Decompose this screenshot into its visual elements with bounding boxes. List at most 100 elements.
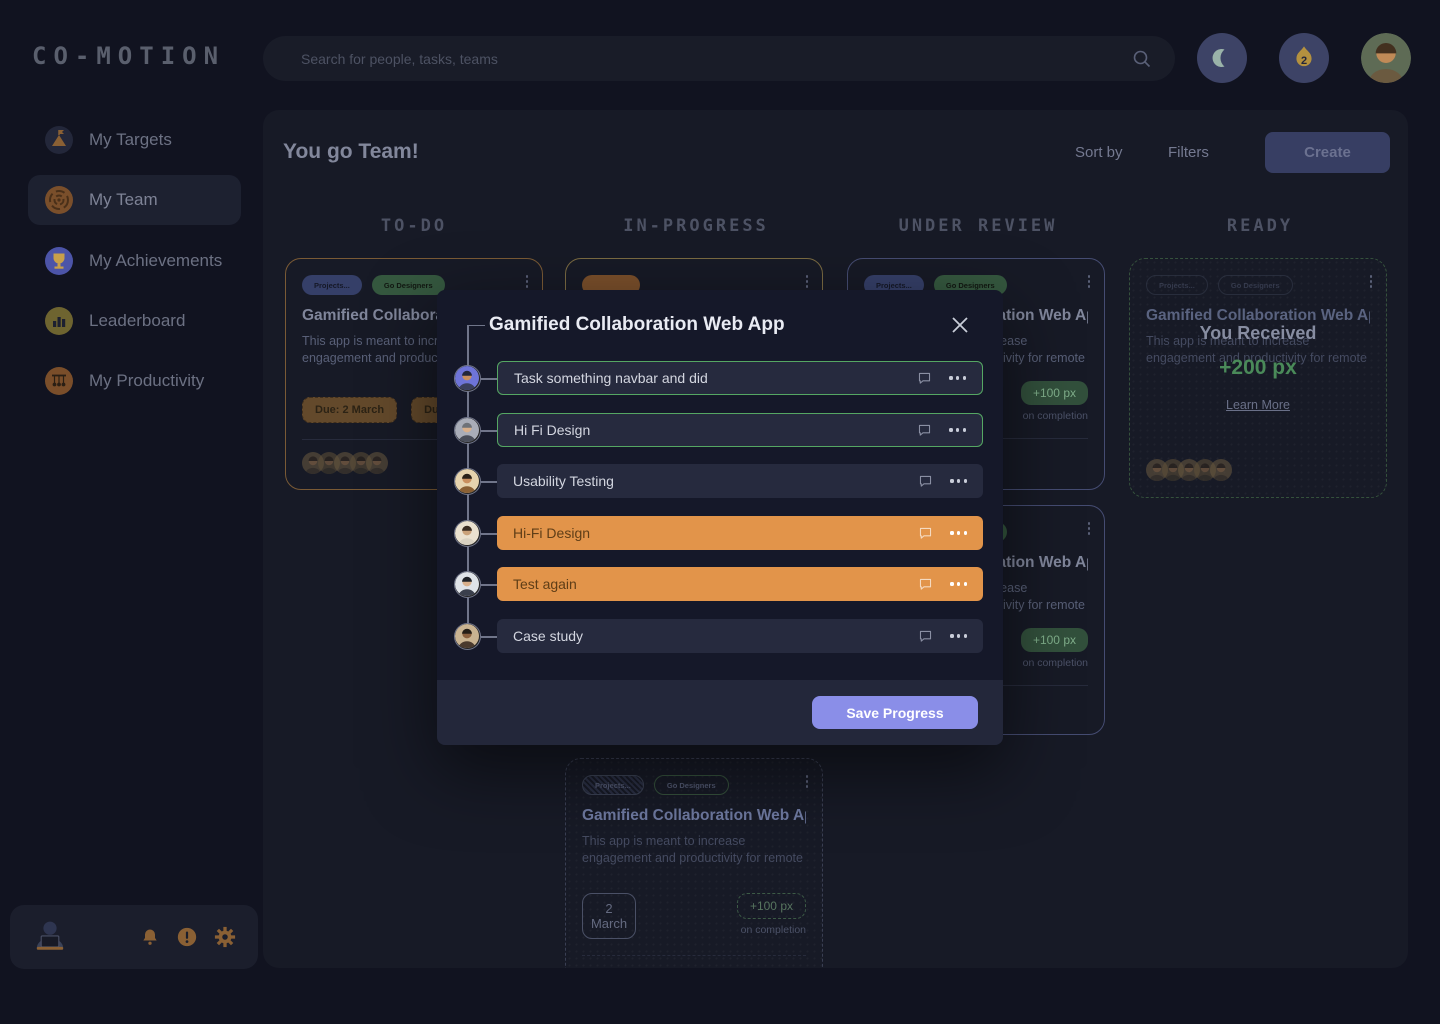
task-assignee-avatar <box>454 468 481 495</box>
sidebar-item-label: Leaderboard <box>89 311 186 330</box>
timeline-elbow <box>468 324 485 326</box>
save-progress-button[interactable]: Save Progress <box>812 696 978 729</box>
card-menu-icon[interactable] <box>525 275 528 288</box>
reward-badge: +100 px <box>736 893 806 919</box>
task-assignee-avatar <box>454 417 481 444</box>
ready-card[interactable]: Projects... Go Designers Gamified Collab… <box>1129 258 1387 498</box>
bar-chart-icon <box>43 305 75 337</box>
assignee-avatars <box>1146 459 1226 481</box>
column-header-in-progress: IN-PROGRESS <box>623 216 769 236</box>
comment-icon[interactable] <box>916 422 933 439</box>
received-label: You Received <box>1199 323 1317 343</box>
alert-icon[interactable] <box>176 926 198 948</box>
task-label: Hi Fi Design <box>514 422 591 438</box>
more-options-icon[interactable] <box>950 479 967 483</box>
streak-button[interactable]: 2 <box>1279 33 1329 83</box>
task-label: Test again <box>513 576 577 592</box>
task-row[interactable]: Usability Testing <box>497 464 983 498</box>
sidebar-footer <box>10 905 258 969</box>
received-value: +200 px <box>1219 356 1297 379</box>
in-progress-card-bottom[interactable]: Projects... Go Designers Gamified Collab… <box>565 758 823 968</box>
close-icon[interactable] <box>949 314 971 336</box>
task-label: Case study <box>513 628 584 644</box>
reward-badge: +100 px <box>1020 381 1088 405</box>
modal-title: Gamified Collaboration Web App <box>489 314 785 335</box>
sidebar-item-leaderboard[interactable]: Leaderboard <box>28 296 241 346</box>
sidebar: My Targets My Team My Achievements Leade… <box>0 110 263 1024</box>
task-row[interactable]: Hi Fi Design <box>497 413 983 447</box>
search-input[interactable] <box>285 50 1131 67</box>
comment-icon[interactable] <box>916 370 933 387</box>
task-row[interactable]: Hi-Fi Design <box>497 516 983 550</box>
comment-icon[interactable] <box>917 628 934 645</box>
comment-icon[interactable] <box>917 576 934 593</box>
card-menu-icon[interactable] <box>1087 522 1090 535</box>
team-spiral-icon <box>43 184 75 216</box>
comment-icon[interactable] <box>917 525 934 542</box>
theme-moon-button[interactable] <box>1197 33 1247 83</box>
user-avatar[interactable] <box>1361 33 1411 83</box>
due-date-box: 2 March <box>582 893 636 939</box>
more-options-icon[interactable] <box>950 634 967 638</box>
create-button[interactable]: Create <box>1265 132 1390 173</box>
app-logo: CO-MOTION <box>32 42 226 70</box>
sidebar-item-label: My Team <box>89 190 158 209</box>
search-bar[interactable] <box>263 36 1175 81</box>
workspace-laptop-icon[interactable] <box>28 915 72 959</box>
card-menu-icon[interactable] <box>1087 275 1090 288</box>
comment-icon[interactable] <box>917 473 934 490</box>
tag-projects: Projects... <box>1146 275 1208 295</box>
card-menu-icon[interactable] <box>805 275 808 288</box>
task-assignee-avatar <box>454 623 481 650</box>
reward-note: on completion <box>1022 657 1088 669</box>
more-options-icon[interactable] <box>950 582 967 586</box>
modal-footer: Save Progress <box>437 680 1003 745</box>
tag-go-designers: Go Designers <box>371 275 445 295</box>
sidebar-item-label: My Productivity <box>89 371 205 390</box>
reward-badge: +100 px <box>1020 628 1088 652</box>
task-assignee-avatar <box>454 520 481 547</box>
reward-note: on completion <box>1022 410 1088 422</box>
more-options-icon[interactable] <box>949 428 966 432</box>
column-header-ready: READY <box>1226 216 1294 236</box>
column-header-todo: TO-DO <box>380 216 448 236</box>
card-title: Gamified Collaboration Web App <box>582 807 806 824</box>
sidebar-item-my-targets[interactable]: My Targets <box>28 115 241 165</box>
streak-count: 2 <box>1300 55 1308 67</box>
reward-note: on completion <box>740 924 806 936</box>
due-badge: Due: 2 March <box>302 397 398 423</box>
card-description: This app is meant to increase engagement… <box>582 834 803 865</box>
sidebar-item-my-achievements[interactable]: My Achievements <box>28 236 241 286</box>
task-detail-modal: Gamified Collaboration Web App Task some… <box>437 290 1003 745</box>
tag-go-designers: Go Designers <box>1217 275 1293 295</box>
task-label: Usability Testing <box>513 473 614 489</box>
learn-more-link[interactable]: Learn More <box>1226 398 1290 412</box>
task-assignee-avatar <box>454 365 481 392</box>
task-row[interactable]: Test again <box>497 567 983 601</box>
task-label: Task something navbar and did <box>514 370 708 386</box>
sidebar-item-label: My Achievements <box>89 251 223 270</box>
sidebar-item-my-productivity[interactable]: My Productivity <box>28 356 241 406</box>
sort-by-button[interactable]: Sort by <box>1075 144 1123 161</box>
tag-go-designers: Go Designers <box>653 775 729 795</box>
sidebar-item-label: My Targets <box>89 130 172 149</box>
trophy-icon <box>43 245 75 277</box>
sidebar-item-my-team[interactable]: My Team <box>28 175 241 225</box>
target-flag-icon <box>43 124 75 156</box>
notifications-bell-icon[interactable] <box>140 926 160 948</box>
search-icon <box>1131 48 1153 70</box>
tag-projects: Projects... <box>582 775 644 795</box>
more-options-icon[interactable] <box>949 376 966 380</box>
task-row[interactable]: Case study <box>497 619 983 653</box>
more-options-icon[interactable] <box>950 531 967 535</box>
app-screen: CO-MOTION 2 My Targets My T <box>0 0 1440 1024</box>
task-label: Hi-Fi Design <box>513 525 591 541</box>
task-assignee-avatar <box>454 571 481 598</box>
column-header-under-review: UNDER REVIEW <box>898 216 1058 236</box>
filters-button[interactable]: Filters <box>1168 144 1209 161</box>
task-row[interactable]: Task something navbar and did <box>497 361 983 395</box>
pendulum-icon <box>43 365 75 397</box>
settings-gear-icon[interactable] <box>214 926 236 948</box>
card-menu-icon[interactable] <box>805 775 808 788</box>
tag-projects: Projects... <box>302 275 362 295</box>
